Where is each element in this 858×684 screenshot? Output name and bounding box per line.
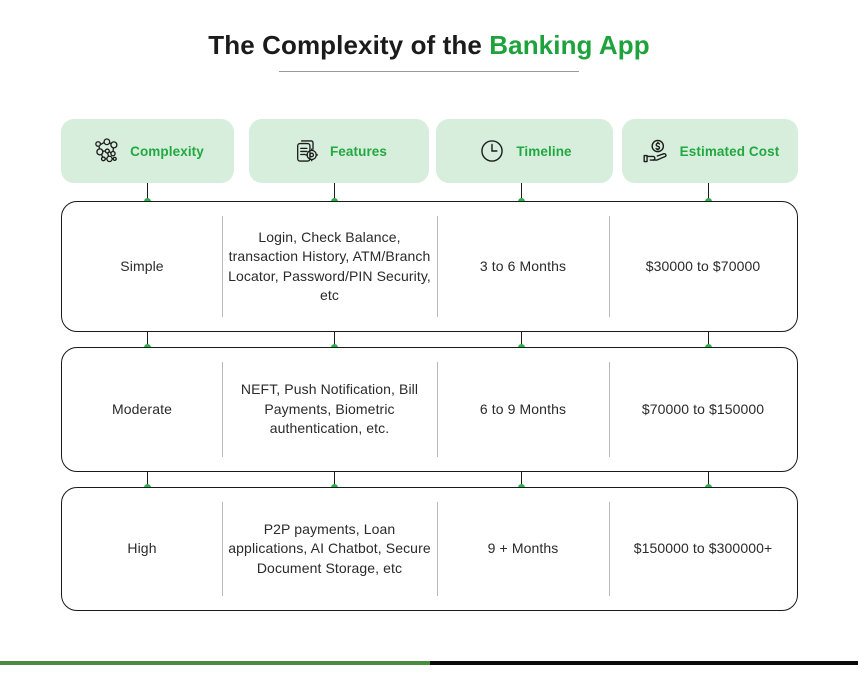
cell-value: High (127, 540, 157, 557)
header-pill-complexity[interactable]: Complexity (61, 119, 234, 183)
header-pill-estimated-cost[interactable]: Estimated Cost (622, 119, 798, 183)
page-title: The Complexity of the Banking App (0, 28, 858, 72)
cell-features: P2P payments, Loan applications, AI Chat… (222, 488, 437, 610)
header-pill-timeline[interactable]: Timeline (436, 119, 613, 183)
cell-value: 3 to 6 Months (479, 257, 567, 274)
column-header-row: Complexity Features Timeline Estimated C… (61, 119, 798, 183)
cell-estimated-cost: $30000 to $70000 (609, 202, 797, 331)
cell-timeline: 6 to 9 Months (437, 348, 609, 471)
title-prefix: The Complexity of the (208, 30, 490, 60)
infographic-page: The Complexity of the Banking App Comple… (0, 0, 858, 684)
cell-complexity: Simple (62, 202, 222, 331)
cell-value: $150000 to $300000+ (633, 540, 773, 557)
cell-value: 9 + Months (487, 540, 559, 557)
bottom-accent-bar (0, 661, 858, 665)
bottom-bar-black-segment (430, 661, 858, 665)
header-pill-features[interactable]: Features (249, 119, 429, 183)
header-pill-label: Features (329, 143, 388, 159)
bottom-bar-green-segment (0, 661, 430, 665)
title-text: The Complexity of the Banking App (0, 28, 858, 62)
cell-complexity: Moderate (62, 348, 222, 471)
header-pill-label: Estimated Cost (679, 143, 780, 159)
cell-value: NEFT, Push Notification, Bill Payments, … (240, 381, 419, 437)
table-row[interactable]: Simple Login, Check Balance, transaction… (61, 201, 798, 332)
cell-value: Simple (120, 257, 164, 274)
table-row[interactable]: High P2P payments, Loan applications, AI… (61, 487, 798, 611)
cell-timeline: 9 + Months (437, 488, 609, 610)
cell-value: Moderate (112, 400, 172, 417)
cell-timeline: 3 to 6 Months (437, 202, 609, 331)
header-pill-label: Timeline (516, 143, 572, 159)
cell-features: NEFT, Push Notification, Bill Payments, … (222, 348, 437, 471)
cell-complexity: High (62, 488, 222, 610)
title-accent: Banking App (489, 30, 650, 60)
clock-icon (477, 136, 507, 166)
network-nodes-icon (91, 136, 121, 166)
cell-features: Login, Check Balance, transaction Histor… (222, 202, 437, 331)
table-row[interactable]: Moderate NEFT, Push Notification, Bill P… (61, 347, 798, 472)
cell-value: $30000 to $70000 (645, 257, 761, 274)
cell-value: $70000 to $150000 (641, 400, 765, 417)
cell-value: 6 to 9 Months (479, 400, 567, 417)
document-gear-icon (291, 136, 321, 166)
cell-estimated-cost: $150000 to $300000+ (609, 488, 797, 610)
cell-value: P2P payments, Loan applications, AI Chat… (228, 520, 431, 576)
header-pill-label: Complexity (130, 143, 204, 159)
cell-value: Login, Check Balance, transaction Histor… (228, 228, 431, 304)
cell-estimated-cost: $70000 to $150000 (609, 348, 797, 471)
hand-holding-dollar-icon (641, 136, 671, 166)
title-underline (279, 71, 579, 72)
